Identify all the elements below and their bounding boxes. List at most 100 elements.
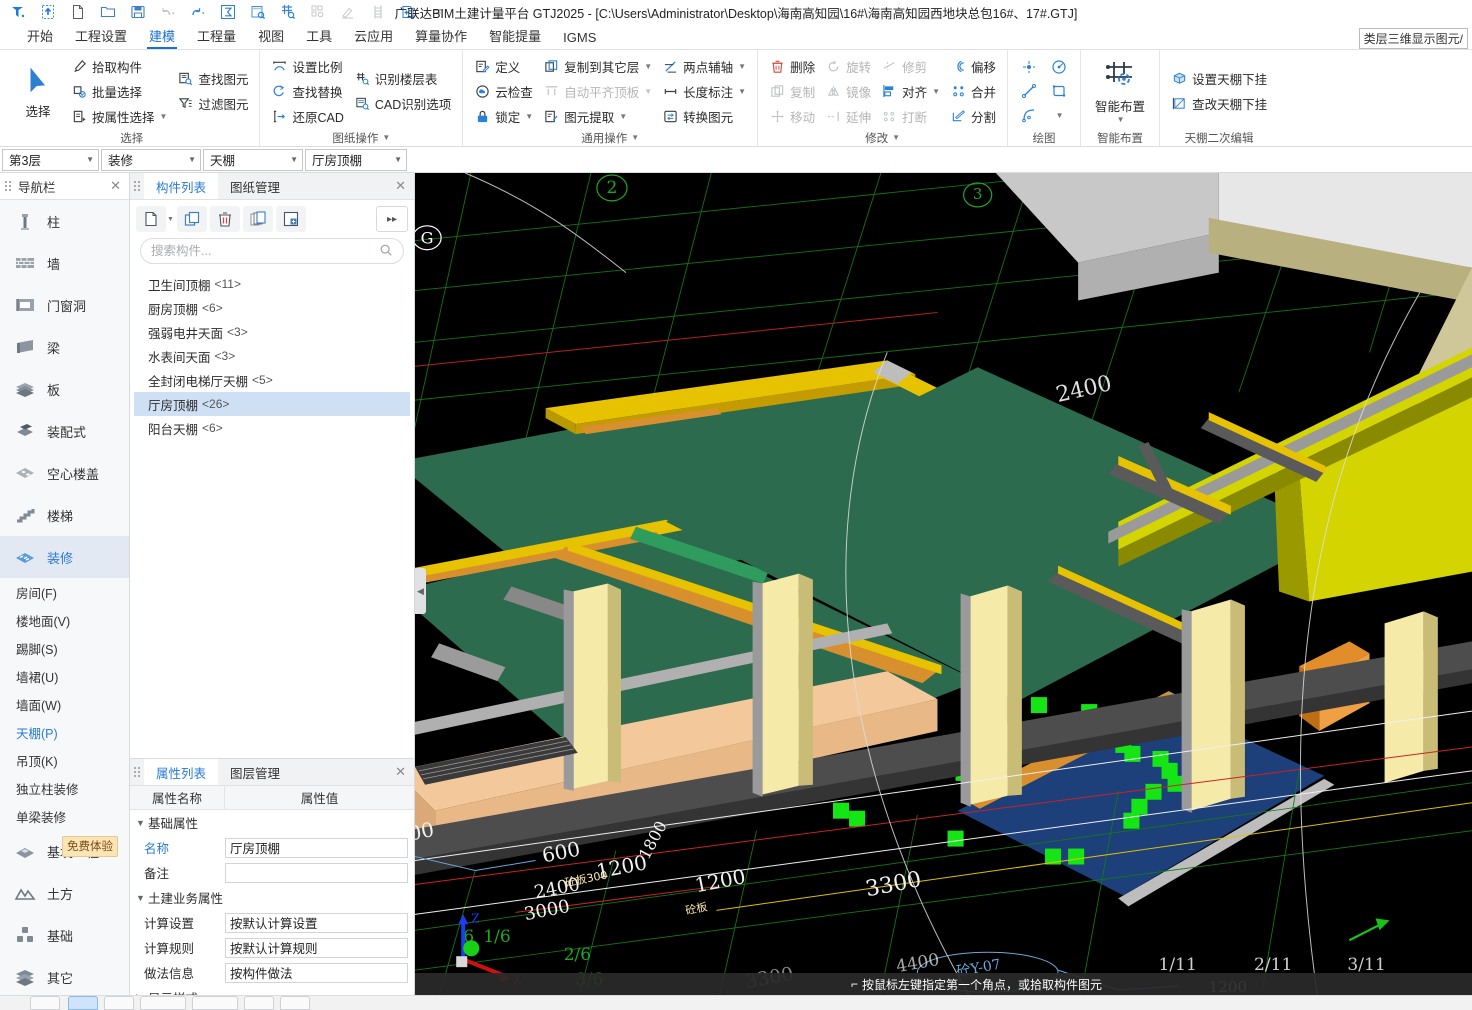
floor-selector[interactable]: 第3层 ▼ (2, 148, 99, 171)
sidebar-subitem-column-decoration[interactable]: 独立柱装修 (0, 774, 129, 802)
list-item[interactable]: 卫生间顶棚 <11> (134, 272, 410, 296)
property-value-cell[interactable] (225, 912, 414, 933)
search-icon[interactable] (379, 243, 393, 260)
select-tool-button[interactable]: 选择 (10, 61, 66, 122)
import-icon[interactable] (34, 1, 62, 23)
taskbar-item-5[interactable] (192, 996, 238, 1010)
align-button[interactable]: 对齐 ▼ (876, 79, 945, 103)
chevron-down-icon[interactable]: ▼ (738, 62, 746, 71)
two-point-axis-button[interactable]: 两点辅轴 ▼ (657, 54, 751, 78)
sidebar-item-decoration[interactable]: 装修 (0, 536, 129, 578)
method-info-field[interactable] (225, 962, 408, 983)
table-row[interactable]: 计算规则 (130, 935, 414, 960)
length-dimension-button[interactable]: 长度标注 ▼ (657, 79, 751, 103)
chevron-down-icon[interactable]: ▼ (284, 155, 298, 164)
property-value-cell[interactable] (225, 937, 414, 958)
copy-to-layer-button[interactable]: 复制到其它层 ▼ (538, 54, 657, 78)
set-scale-button[interactable]: 设置比例 (266, 54, 348, 78)
pick-component-button[interactable]: 拾取构件 (66, 54, 172, 78)
menu-tab-smart-quantity[interactable]: 智能提量 (478, 24, 552, 49)
copy-component-button[interactable] (176, 206, 207, 232)
category-selector[interactable]: 装修 ▼ (101, 148, 201, 171)
save-icon[interactable] (124, 1, 152, 23)
offset-button[interactable]: 偏移 (945, 54, 1001, 78)
sidebar-item-prefab[interactable]: 装配式 (0, 410, 129, 452)
drag-handle-icon[interactable] (130, 173, 144, 199)
list-item-selected[interactable]: 厅房顶棚 <26> (134, 392, 410, 416)
taskbar-item-6[interactable] (244, 996, 274, 1010)
list-item[interactable]: 厨房顶棚 <6> (134, 296, 410, 320)
cad-recognize-option-button[interactable]: CAD识别选项 (349, 92, 456, 116)
sidebar-item-stairs[interactable]: 楼梯 (0, 494, 129, 536)
search-input[interactable] (151, 244, 379, 258)
tab-component-list[interactable]: 构件列表 (144, 173, 219, 199)
taskbar[interactable] (0, 995, 1472, 1010)
property-value-cell[interactable] (225, 862, 414, 883)
tab-property-list[interactable]: 属性列表 (144, 759, 219, 785)
taskbar-item-3[interactable] (104, 996, 134, 1010)
check-ceiling-drop-button[interactable]: 查改天棚下挂 (1166, 92, 1272, 116)
panel-collapse-handle[interactable]: ◀ (415, 568, 426, 614)
cloud-check-button[interactable]: 云检查 (469, 79, 538, 103)
find-element-button[interactable]: 查找图元 (172, 67, 253, 91)
ribbon-toolbar[interactable]: 选择 拾取构件 批量选择 按属性选择 ▼ 查找图元 过滤图元 选择 设置比例 查… (0, 50, 1472, 147)
drag-handle-icon[interactable] (2, 181, 14, 191)
chevron-down-icon[interactable]: ▼ (631, 133, 639, 142)
property-group-basic[interactable]: ▼ 基础属性 (130, 810, 414, 835)
circle-icon[interactable] (1045, 56, 1073, 78)
sidebar-subitem-room[interactable]: 房间(F) (0, 578, 129, 606)
property-group-civil[interactable]: ▼ 土建业务属性 (130, 885, 414, 910)
sidebar-subitem-wall-surface[interactable]: 墙面(W) (0, 690, 129, 718)
property-rows[interactable]: ▼ 基础属性 名称 备注 (130, 810, 414, 1010)
recognize-floor-table-button[interactable]: 识别楼层表 (349, 67, 456, 91)
find-replace-button[interactable]: 查找替换 (266, 79, 348, 103)
merge-button[interactable]: 合并 (945, 79, 1001, 103)
close-icon[interactable]: ✕ (387, 173, 414, 199)
duplicate-component-button[interactable] (242, 206, 273, 232)
sidebar-item-others[interactable]: 其它 (0, 956, 129, 998)
tab-drawing-management[interactable]: 图纸管理 (218, 173, 292, 199)
chevron-down-icon[interactable]: ▼ (388, 155, 402, 164)
add-page-icon[interactable] (394, 1, 422, 23)
quick-access-toolbar[interactable] (0, 1, 452, 23)
menu-tab-quantity[interactable]: 工程量 (186, 24, 247, 49)
chevron-down-icon[interactable]: ▼ (136, 893, 148, 903)
element-extract-button[interactable]: 图元提取 ▼ (538, 104, 657, 128)
taskbar-item-4[interactable] (140, 996, 186, 1010)
search-component-box[interactable] (140, 238, 404, 264)
line-icon[interactable] (1015, 80, 1043, 102)
menu-tab-view[interactable]: 视图 (247, 24, 295, 49)
sidebar-subitem-suspended-ceiling[interactable]: 吊顶(K) (0, 746, 129, 774)
component-toolbar[interactable]: ▼ ▸▸ (130, 200, 414, 238)
restore-cad-button[interactable]: 还原CAD (266, 104, 348, 128)
free-trial-badge[interactable]: 免费体验 (62, 836, 118, 857)
close-icon[interactable]: ✕ (102, 178, 129, 194)
menu-tab-project-settings[interactable]: 工程设置 (64, 24, 138, 49)
sidebar-item-hollow-floor[interactable]: 空心楼盖 (0, 452, 129, 494)
property-panel-tabs[interactable]: 属性列表 图层管理 ✕ (130, 759, 414, 786)
component-selector[interactable]: 厅房顶棚 ▼ (305, 148, 407, 171)
define-button[interactable]: 定义 (469, 54, 538, 78)
subcategory-selector[interactable]: 天棚 ▼ (203, 148, 303, 171)
property-value-cell[interactable] (225, 962, 414, 983)
sidebar-item-beam[interactable]: 梁 (0, 326, 129, 368)
sidebar-item-door-window[interactable]: 门窗洞 (0, 284, 129, 326)
menu-tab-cloud[interactable]: 云应用 (343, 24, 404, 49)
taskbar-item-2[interactable] (68, 996, 98, 1010)
convert-element-button[interactable]: 转换图元 (657, 104, 751, 128)
name-field[interactable] (225, 837, 408, 858)
3d-model-canvas[interactable]: 2 3 5 5 1/6 G 2400 600 (415, 173, 1472, 1010)
chevron-down-icon[interactable]: ▼ (525, 112, 533, 121)
sidebar-item-wall[interactable]: 墙 (0, 242, 129, 284)
calc-rule-field[interactable] (225, 937, 408, 958)
chevron-down-icon[interactable]: ▼ (382, 133, 390, 142)
taskbar-item-1[interactable] (30, 996, 60, 1010)
delete-button[interactable]: 删除 (764, 54, 820, 78)
component-panel-tabs[interactable]: 构件列表 图纸管理 ✕ (130, 173, 414, 200)
remark-field[interactable] (225, 862, 408, 883)
arc-icon[interactable] (1015, 104, 1043, 126)
sidebar-subitem-ceiling[interactable]: 天棚(P) (0, 718, 129, 746)
arc-caret-icon[interactable]: ▼ (1045, 104, 1073, 126)
sidebar-subitem-skirting[interactable]: 踢脚(S) (0, 634, 129, 662)
list-item[interactable]: 水表间天面 <3> (134, 344, 410, 368)
